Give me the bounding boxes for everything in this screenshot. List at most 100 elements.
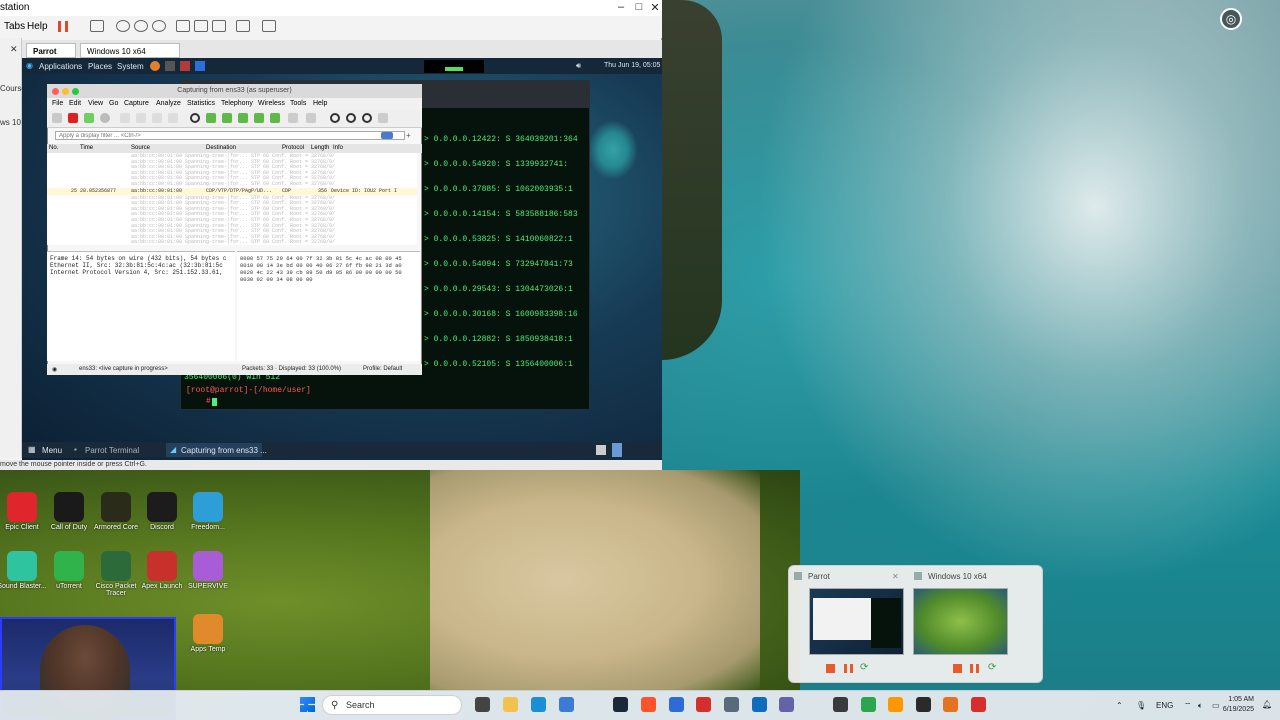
packet-list[interactable]: aa:bb:cc:00:01:00 Spanning-tree-(for... …	[47, 153, 417, 245]
menu-go[interactable]: Go	[109, 100, 118, 107]
revert-icon[interactable]	[134, 20, 148, 32]
menu-wireless[interactable]: Wireless	[258, 100, 285, 107]
taskbar-terminal[interactable]: Parrot Terminal	[85, 446, 139, 455]
system-menu[interactable]: System	[117, 62, 144, 71]
pause-icon[interactable]	[970, 664, 979, 673]
colorize-icon[interactable]	[306, 113, 316, 123]
menu-capture[interactable]: Capture	[124, 100, 149, 107]
store-icon[interactable]	[559, 697, 574, 712]
col-length[interactable]: Length	[311, 145, 329, 151]
add-filter-button[interactable]: +	[406, 131, 411, 140]
status-indicator-icon[interactable]: ◉	[52, 366, 57, 373]
snapshot-icon[interactable]	[116, 20, 130, 32]
steam-icon[interactable]	[613, 697, 628, 712]
task-view-icon[interactable]	[475, 697, 490, 712]
thumbnail-icon[interactable]	[194, 20, 208, 32]
menu-tabs[interactable]: Tabs	[4, 21, 25, 32]
minimize-button[interactable]: –	[612, 1, 630, 13]
edge-icon[interactable]	[531, 697, 546, 712]
filter-bookmark-icon[interactable]	[381, 132, 393, 139]
zoom-in-icon[interactable]	[330, 113, 340, 123]
detail-ethernet[interactable]: Ethernet II, Src: 32:3b:81:5c:4c:ac (32:…	[50, 262, 223, 269]
col-no[interactable]: No.	[49, 145, 58, 151]
workspace-indicator[interactable]	[612, 443, 622, 457]
browser-icon[interactable]	[669, 697, 684, 712]
switcher-item-parrot[interactable]: Parrot	[808, 572, 830, 581]
fullscreen-icon[interactable]	[212, 20, 226, 32]
detail-ip[interactable]: Internet Protocol Version 4, Src: 251.15…	[50, 269, 223, 276]
wifi-icon[interactable]: ⌔	[1184, 701, 1192, 711]
table-row[interactable]: aa:bb:cc:00:01:00 Spanning-tree-(for... …	[47, 181, 417, 187]
stop-capture-icon[interactable]	[68, 113, 78, 123]
last-packet-icon[interactable]	[270, 113, 280, 123]
parrot-menu-button[interactable]: Menu	[42, 446, 62, 455]
console-icon[interactable]	[236, 20, 250, 32]
desktop-icon[interactable]	[54, 551, 84, 581]
parrot-clock[interactable]: Thu Jun 19, 05:05	[604, 62, 660, 69]
open-file-icon[interactable]	[120, 113, 130, 123]
menu-edit[interactable]: Edit	[69, 100, 81, 107]
stop-icon[interactable]	[953, 664, 962, 673]
menu-grid-icon[interactable]: ▦	[28, 445, 36, 454]
vscode-icon[interactable]	[195, 61, 205, 71]
microphone-icon[interactable]: 🎙︎	[1136, 701, 1146, 710]
col-protocol[interactable]: Protocol	[282, 145, 304, 151]
desktop-icon[interactable]	[7, 551, 37, 581]
show-desktop-icon[interactable]	[596, 445, 606, 455]
windows-thumbnail[interactable]	[913, 588, 1008, 655]
desktop-icon[interactable]	[147, 492, 177, 522]
reset-icon[interactable]: ⟳	[988, 662, 996, 673]
tab-windows-10[interactable]: Windows 10 x64	[80, 43, 180, 58]
zoom-out-icon[interactable]	[346, 113, 356, 123]
go-to-packet-icon[interactable]	[238, 113, 248, 123]
desktop-icon[interactable]	[193, 492, 223, 522]
notification-bell-icon[interactable]: 🔔︎	[1262, 700, 1272, 709]
brave-icon[interactable]	[641, 697, 656, 712]
library-item[interactable]: ws 10	[0, 118, 21, 127]
reload-icon[interactable]	[168, 113, 178, 123]
menu-view[interactable]: View	[88, 100, 103, 107]
capture-options-icon[interactable]	[100, 113, 110, 123]
teams-icon[interactable]	[779, 697, 794, 712]
col-time[interactable]: Time	[80, 145, 93, 151]
tray-chevron-icon[interactable]: ⌃	[1116, 701, 1123, 710]
taskbar-search[interactable]	[322, 695, 462, 715]
switcher-close-icon[interactable]: ✕	[892, 572, 899, 581]
applications-menu[interactable]: Applications	[39, 62, 82, 71]
library-close-icon[interactable]: ✕	[10, 44, 18, 55]
table-row[interactable]: aa:bb:cc:00:01:00 Spanning-tree-(for... …	[47, 239, 417, 245]
display-filter-input[interactable]	[55, 131, 405, 140]
resize-columns-icon[interactable]	[378, 113, 388, 123]
desktop-icon[interactable]	[193, 614, 223, 644]
status-profile[interactable]: Profile: Default	[363, 366, 402, 372]
game-icon[interactable]	[833, 697, 848, 712]
taskbar-clock[interactable]: 1:05 AM 6/19/2025	[1210, 695, 1254, 715]
sublime-icon[interactable]	[888, 697, 903, 712]
pause-icon[interactable]	[844, 664, 853, 673]
col-info[interactable]: Info	[333, 145, 343, 151]
desktop-icon[interactable]	[7, 492, 37, 522]
maximize-dot-icon[interactable]	[72, 88, 79, 95]
col-destination[interactable]: Destination	[206, 145, 236, 151]
close-file-icon[interactable]	[152, 113, 162, 123]
desktop-icon[interactable]	[147, 551, 177, 581]
stretch-icon[interactable]	[262, 20, 276, 32]
menu-statistics[interactable]: Statistics	[187, 100, 215, 107]
menu-help[interactable]: Help	[27, 21, 48, 32]
go-forward-icon[interactable]	[222, 113, 232, 123]
detail-frame[interactable]: Frame 14: 54 bytes on wire (432 bits), 5…	[50, 255, 226, 262]
pause-icon[interactable]	[58, 21, 68, 32]
menu-analyze[interactable]: Analyze	[156, 100, 181, 107]
shark-fin-icon[interactable]	[52, 113, 62, 123]
chrome-icon[interactable]	[861, 697, 876, 712]
desktop-icon[interactable]	[101, 492, 131, 522]
minimize-dot-icon[interactable]	[62, 88, 69, 95]
app-icon[interactable]	[180, 61, 190, 71]
normal-size-icon[interactable]	[362, 113, 372, 123]
library-icon[interactable]	[176, 20, 190, 32]
autoscroll-icon[interactable]	[288, 113, 298, 123]
menu-tools[interactable]: Tools	[290, 100, 306, 107]
desktop-icon[interactable]	[54, 492, 84, 522]
close-dot-icon[interactable]	[52, 88, 59, 95]
file-explorer-icon[interactable]	[503, 697, 518, 712]
